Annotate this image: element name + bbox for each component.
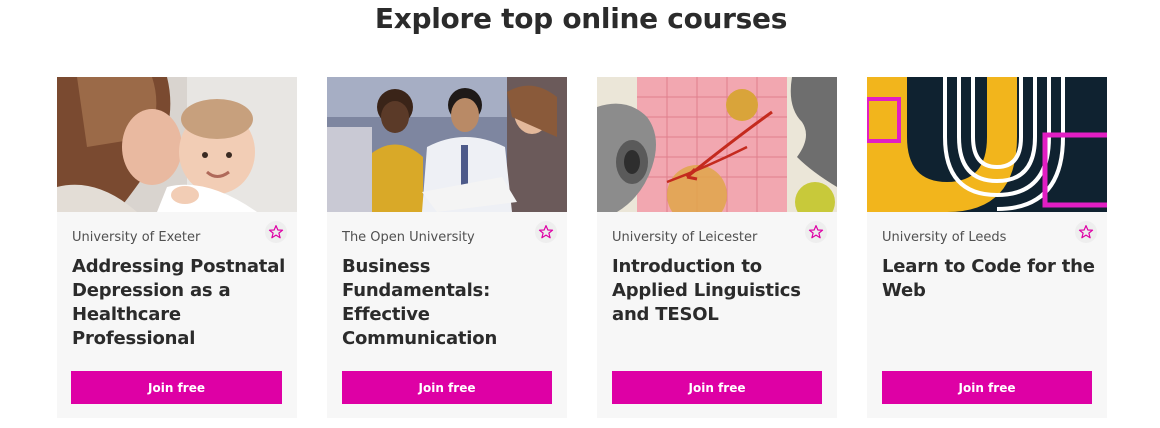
- course-card[interactable]: University of Exeter Addressing Postnata…: [57, 77, 297, 418]
- join-free-button[interactable]: Join free: [882, 371, 1092, 404]
- star-outline-icon: [1078, 225, 1094, 239]
- star-outline-icon: [268, 225, 284, 239]
- star-outline-icon: [808, 225, 824, 239]
- star-outline-icon: [538, 225, 554, 239]
- course-provider: University of Leeds: [882, 230, 1007, 245]
- course-title[interactable]: Introduction to Applied Linguistics and …: [612, 255, 826, 327]
- join-free-button[interactable]: Join free: [342, 371, 552, 404]
- course-title[interactable]: Business Fundamentals: Effective Communi…: [342, 255, 556, 351]
- course-image-code-shapes[interactable]: [867, 77, 1107, 212]
- course-provider: University of Leicester: [612, 230, 758, 245]
- course-image-business-meeting[interactable]: [327, 77, 567, 212]
- course-provider: University of Exeter: [72, 230, 201, 245]
- section-heading: Explore top online courses: [374, 2, 788, 35]
- course-card[interactable]: The Open University Business Fundamental…: [327, 77, 567, 418]
- course-card[interactable]: University of Leeds Learn to Code for th…: [867, 77, 1107, 418]
- course-image-mother-baby[interactable]: [57, 77, 297, 212]
- join-free-button[interactable]: Join free: [71, 371, 282, 404]
- favourite-button[interactable]: [265, 221, 287, 243]
- course-card[interactable]: University of Leicester Introduction to …: [597, 77, 837, 418]
- course-title[interactable]: Addressing Postnatal Depression as a Hea…: [72, 255, 286, 351]
- favourite-button[interactable]: [535, 221, 557, 243]
- course-provider: The Open University: [342, 230, 475, 245]
- course-card-list: University of Exeter Addressing Postnata…: [57, 77, 1107, 418]
- join-free-button[interactable]: Join free: [612, 371, 822, 404]
- course-image-linguistics-collage[interactable]: [597, 77, 837, 212]
- favourite-button[interactable]: [1075, 221, 1097, 243]
- course-title[interactable]: Learn to Code for the Web: [882, 255, 1096, 303]
- favourite-button[interactable]: [805, 221, 827, 243]
